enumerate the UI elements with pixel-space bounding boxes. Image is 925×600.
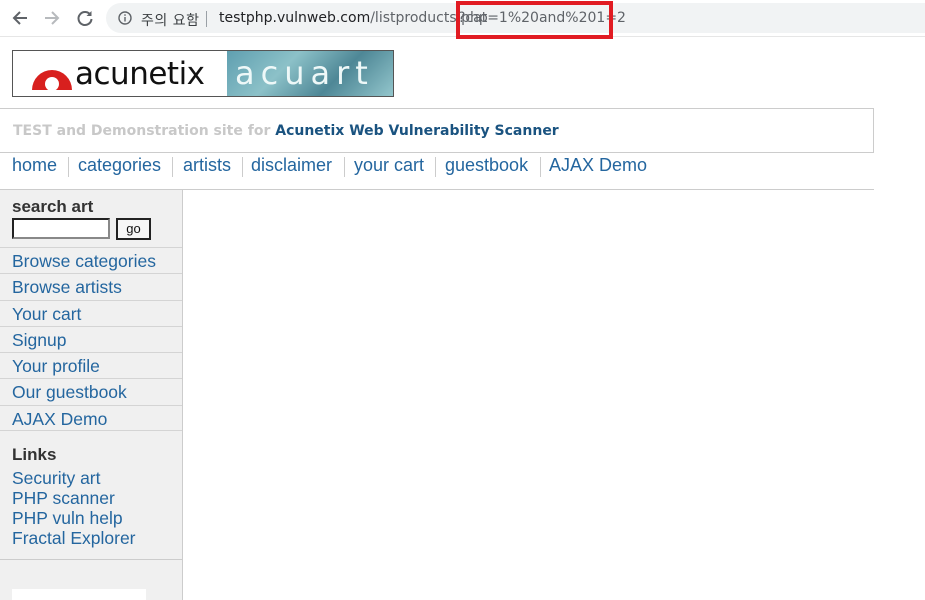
go-button[interactable]: go (116, 218, 151, 240)
tagline: TEST and Demonstration site for Acunetix… (13, 123, 559, 139)
main-content (184, 190, 874, 600)
link-fractal-explorer[interactable]: Fractal Explorer (12, 528, 136, 548)
left-sidebar: search art go Browse categories Browse a… (0, 190, 183, 600)
highlight-box (456, 1, 613, 39)
menu-your-cart[interactable]: your cart (354, 155, 424, 176)
url-divider (206, 11, 207, 27)
reload-icon[interactable] (73, 6, 97, 30)
tagline-prefix: TEST and Demonstration site for (13, 123, 271, 139)
acunetix-logo-icon (32, 70, 72, 90)
acunetix-logo: acunetix (13, 51, 227, 96)
menu-separator (435, 157, 436, 177)
menu-ajax-demo[interactable]: AJAX Demo (549, 155, 647, 176)
sidebar-item-signup[interactable]: Signup (0, 325, 182, 352)
sidebar-item-your-cart[interactable]: Your cart (0, 299, 182, 326)
sidebar-item-ajax-demo[interactable]: AJAX Demo (0, 404, 182, 432)
security-label[interactable]: 주의 요함 (141, 10, 199, 30)
info-icon[interactable] (118, 11, 132, 25)
link-php-vuln-help[interactable]: PHP vuln help (12, 508, 136, 528)
forward-icon[interactable] (40, 6, 64, 30)
menu-separator (242, 157, 243, 177)
sidebar-item-browse-categories[interactable]: Browse categories (0, 247, 182, 273)
links-list: Security art PHP scanner PHP vuln help F… (12, 468, 136, 548)
menu-separator (172, 157, 173, 177)
menu-separator (344, 157, 345, 177)
menu-disclaimer[interactable]: disclaimer (251, 155, 332, 176)
sidebar-nav: Browse categories Browse artists Your ca… (0, 247, 182, 432)
logo-right-text: acuart (235, 54, 374, 92)
links-title: Links (12, 445, 57, 464)
menu-artists[interactable]: artists (183, 155, 231, 176)
link-security-art[interactable]: Security art (12, 468, 136, 488)
menu-guestbook[interactable]: guestbook (445, 155, 528, 176)
acuart-logo: acuart (227, 51, 393, 96)
logo-text: acunetix (75, 56, 205, 92)
link-php-scanner[interactable]: PHP scanner (12, 488, 136, 508)
menu-categories[interactable]: categories (78, 155, 161, 176)
search-input[interactable] (12, 218, 110, 239)
tagline-link[interactable]: Acunetix Web Vulnerability Scanner (275, 123, 558, 139)
url-text[interactable]: testphp.vulnweb.com/listproducts.php (219, 10, 488, 26)
back-icon[interactable] (8, 6, 32, 30)
tagline-bar: TEST and Demonstration site for Acunetix… (0, 108, 874, 153)
search-title: search art (12, 197, 94, 216)
top-menu: home categories artists disclaimer your … (0, 155, 874, 190)
url-host: testphp.vulnweb.com (219, 10, 371, 26)
sidebar-item-browse-artists[interactable]: Browse artists (0, 273, 182, 299)
sidebar-banner (12, 589, 146, 600)
menu-separator (68, 157, 69, 177)
browser-toolbar: 주의 요함 testphp.vulnweb.com/listproducts.p… (0, 0, 925, 39)
sidebar-item-your-profile[interactable]: Your profile (0, 352, 182, 378)
menu-home[interactable]: home (12, 155, 57, 176)
menu-separator (540, 157, 541, 177)
sidebar-divider (0, 559, 182, 560)
sidebar-item-our-guestbook[interactable]: Our guestbook (0, 378, 182, 404)
site-logo[interactable]: acunetix acuart (12, 50, 394, 97)
